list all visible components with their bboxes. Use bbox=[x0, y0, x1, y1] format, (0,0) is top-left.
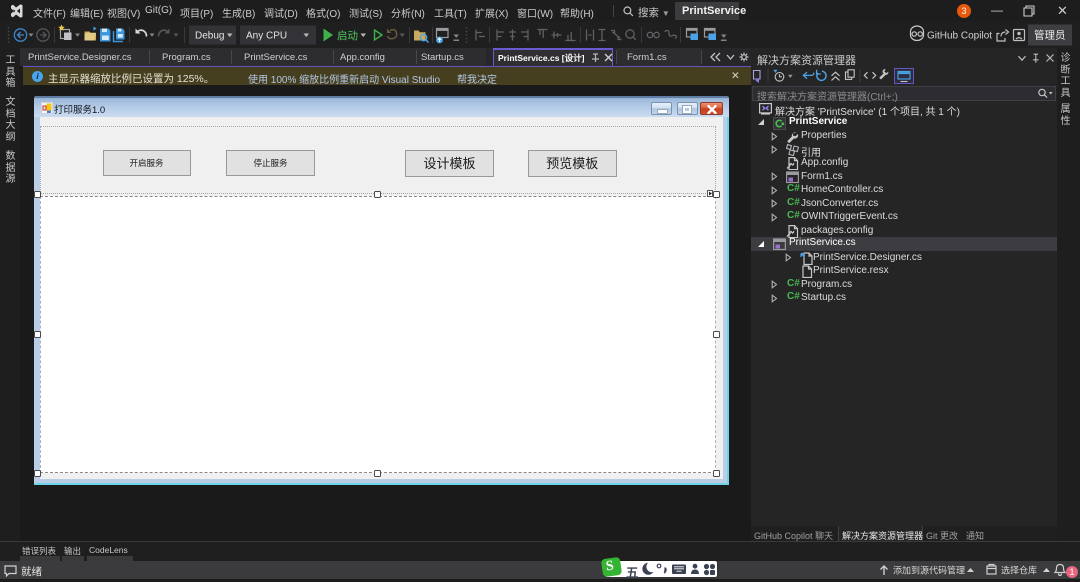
svg-text:Any CPU: Any CPU bbox=[246, 31, 287, 42]
svg-text:添加到源代码管理: 添加到源代码管理 bbox=[893, 565, 965, 576]
svg-text:选择仓库: 选择仓库 bbox=[1001, 565, 1037, 576]
svg-text:启动: 启动 bbox=[337, 29, 358, 42]
svg-text:Debug: Debug bbox=[195, 31, 224, 42]
svg-text:管理员: 管理员 bbox=[1034, 29, 1066, 42]
svg-text:GitHub Copilot: GitHub Copilot bbox=[927, 31, 992, 42]
